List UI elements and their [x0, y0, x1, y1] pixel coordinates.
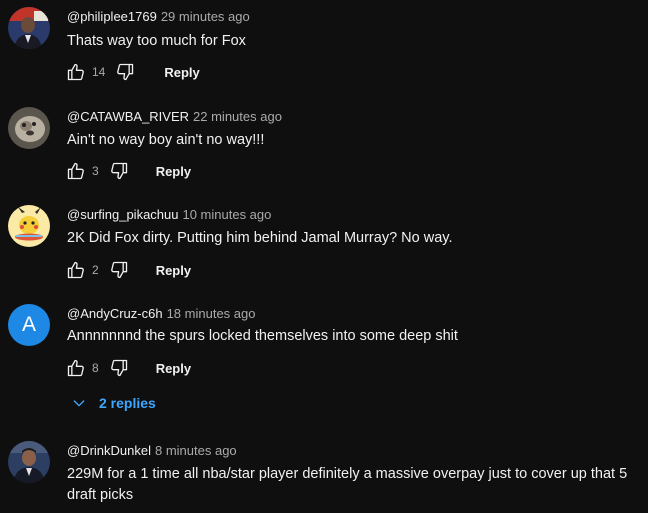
comment-author[interactable]: @philiplee1769 [67, 9, 157, 24]
comment-time[interactable]: 22 minutes ago [193, 109, 282, 124]
avatar-photo-icon [8, 107, 50, 149]
comment-text: 2K Did Fox dirty. Putting him behind Jam… [67, 230, 453, 246]
like-count: 3 [92, 164, 99, 178]
chevron-down-icon [73, 400, 85, 407]
like-button[interactable] [66, 62, 86, 82]
comment-time[interactable]: 18 minutes ago [167, 306, 256, 321]
thumbs-down-icon [110, 162, 127, 180]
comment-actions: 8 Reply [66, 356, 191, 380]
dislike-button[interactable] [109, 161, 129, 181]
avatar[interactable] [8, 441, 50, 483]
comment-actions: 3 Reply [66, 159, 191, 183]
avatar[interactable] [8, 107, 50, 149]
thumbs-up-icon [67, 261, 84, 279]
comment-author[interactable]: @AndyCruz-c6h [67, 306, 163, 321]
thumbs-down-icon [110, 359, 127, 377]
like-button[interactable] [66, 358, 86, 378]
thumbs-up-icon [67, 63, 84, 81]
thumbs-up-icon [67, 359, 84, 377]
comment-text: Thats way too much for Fox [67, 33, 246, 49]
comment-header: @AndyCruz-c6h 18 minutes ago [67, 306, 255, 321]
reply-button[interactable]: Reply [156, 361, 191, 376]
comment-header: @surfing_pikachuu 10 minutes ago [67, 207, 271, 222]
avatar[interactable] [8, 205, 50, 247]
comment-text: Ain't no way boy ain't no way!!! [67, 132, 265, 148]
avatar-letter: A [21, 313, 36, 336]
like-count: 14 [92, 65, 106, 79]
comment-text: Annnnnnnd the spurs locked themselves in… [67, 328, 458, 344]
comment-actions: 14 Reply [66, 60, 200, 84]
like-count: 2 [92, 263, 99, 277]
comment-author[interactable]: @DrinkDunkel [67, 443, 151, 458]
dislike-button[interactable] [115, 62, 135, 82]
comment-actions: 2 Reply [66, 258, 191, 282]
reply-button[interactable]: Reply [156, 263, 191, 278]
reply-button[interactable]: Reply [164, 65, 199, 80]
comment-header: @philiplee1769 29 minutes ago [67, 9, 250, 24]
comment-text: 229M for a 1 time all nba/star player de… [67, 466, 628, 503]
reply-button[interactable]: Reply [156, 164, 191, 179]
like-button[interactable] [66, 161, 86, 181]
avatar[interactable]: A [8, 304, 50, 346]
comment-header: @DrinkDunkel 8 minutes ago [67, 443, 237, 458]
view-replies-button[interactable]: 2 replies [71, 395, 156, 411]
cartoon-avatar-icon [8, 205, 50, 247]
replies-count-label: 2 replies [99, 395, 156, 411]
thumbs-down-icon [117, 63, 134, 81]
thumbs-down-icon [110, 261, 127, 279]
comment-time[interactable]: 10 minutes ago [182, 207, 271, 222]
comment-header: @CATAWBA_RIVER 22 minutes ago [67, 109, 282, 124]
avatar[interactable] [8, 7, 50, 49]
like-count: 8 [92, 361, 99, 375]
avatar-photo-icon [8, 441, 50, 483]
thumbs-up-icon [67, 162, 84, 180]
dislike-button[interactable] [109, 260, 129, 280]
comment-time[interactable]: 8 minutes ago [155, 443, 237, 458]
comment-author[interactable]: @surfing_pikachuu [67, 207, 178, 222]
like-button[interactable] [66, 260, 86, 280]
dislike-button[interactable] [109, 358, 129, 378]
comment-time[interactable]: 29 minutes ago [161, 9, 250, 24]
comment-author[interactable]: @CATAWBA_RIVER [67, 109, 189, 124]
avatar-photo-icon [8, 7, 50, 49]
